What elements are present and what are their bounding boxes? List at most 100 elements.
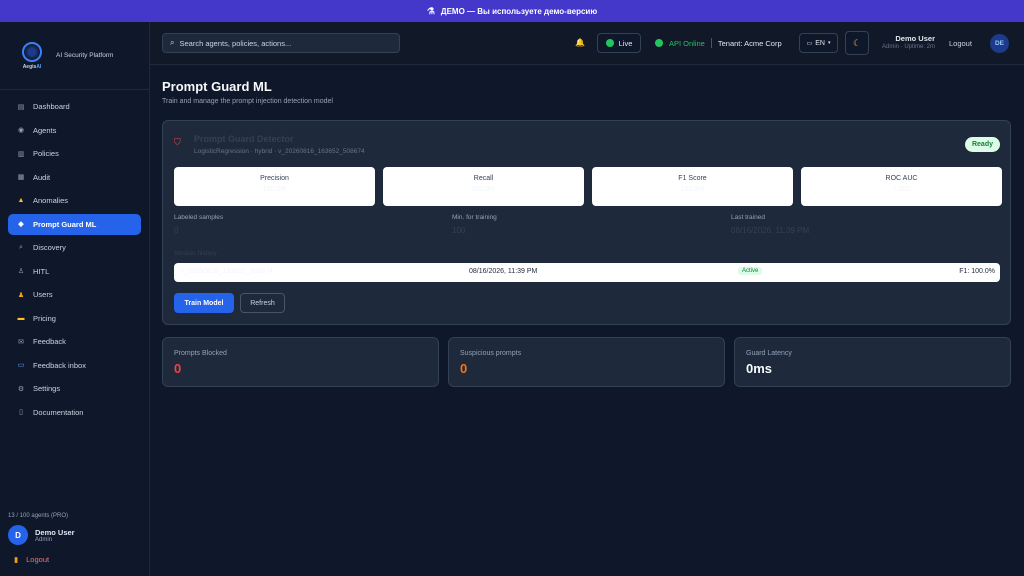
inbox-icon: ▭ (17, 362, 25, 369)
main-content: Prompt Guard ML Train and manage the pro… (150, 65, 1024, 576)
avatar[interactable]: DE (990, 34, 1009, 53)
labeled-samples: Labeled samples 0 (174, 214, 223, 235)
shield-icon: ◆ (18, 221, 24, 228)
live-dot (605, 39, 614, 47)
sidebar-item-label: Documentation (33, 407, 84, 417)
live-toggle[interactable]: Live (597, 33, 641, 53)
sidebar-item-audit[interactable]: ▦ Audit (8, 167, 141, 188)
metric-f1-score: F1 Score 100.0% (592, 167, 793, 206)
theme-toggle-button[interactable]: ☾ (845, 31, 869, 55)
status-badge: Active (738, 267, 763, 275)
bell-icon[interactable]: 🔔 (575, 38, 585, 47)
search-box[interactable]: ⌕ (162, 33, 400, 53)
sidebar-logout-button[interactable]: ▮ Logout (8, 555, 142, 564)
sidebar-item-agents[interactable]: ◉ Agents (8, 120, 141, 141)
stat-value: 0 (460, 361, 468, 376)
sidebar-item-pricing[interactable]: ▬ Pricing (8, 308, 141, 329)
divider (710, 38, 712, 48)
api-status-dot (655, 39, 663, 47)
sidebar-item-feedback-inbox[interactable]: ▭ Feedback inbox (8, 355, 141, 376)
search-input[interactable] (179, 38, 390, 48)
detector-subtitle: LogisticRegression · hybrid · v_20260816… (194, 148, 365, 155)
version-date: 08/16/2026, 11:39 PM (469, 268, 538, 275)
detector-card: ⛉ Prompt Guard Detector LogisticRegressi… (162, 120, 1011, 325)
sidebar-item-policies[interactable]: ▥ Policies (8, 143, 141, 164)
sidebar-item-users[interactable]: ♟ Users (8, 284, 141, 305)
logo[interactable]: AegisAI (22, 41, 42, 70)
sidebar-item-documentation[interactable]: ▯ Documentation (8, 402, 141, 423)
logo-mark (22, 41, 42, 62)
api-status: API Online Tenant: Acme Corp (655, 38, 782, 48)
metric-label: Recall (473, 175, 494, 182)
topbar-user-meta: Admin · Uptime: 2m (881, 44, 935, 50)
stat-value: 0ms (746, 361, 773, 376)
avatar: D (8, 525, 28, 545)
stat-guard-latency: Guard Latency 0ms (734, 337, 1011, 387)
logo-name: Aegis (22, 63, 37, 70)
moon-icon: ☾ (852, 37, 862, 48)
version-row[interactable]: v_20260816_163652_508674 08/16/2026, 11:… (174, 263, 1000, 282)
sidebar-item-discovery[interactable]: ⌕ Discovery (8, 237, 141, 258)
book-icon: ▯ (19, 409, 23, 416)
language-label: EN (815, 39, 825, 47)
metric-value: 1.000 (892, 186, 911, 193)
stat-value: 0 (174, 361, 182, 376)
sidebar-item-label: Audit (33, 172, 51, 182)
sidebar-item-label: Prompt Guard ML (33, 219, 97, 229)
sidebar-item-anomalies[interactable]: ▲ Anomalies (8, 190, 141, 211)
flag-icon: ▭ (806, 40, 813, 47)
info-value: 100 (452, 226, 466, 235)
sidebar-item-dashboard[interactable]: ▤ Dashboard (8, 96, 141, 117)
stat-label: Prompts Blocked (174, 350, 227, 357)
sidebar-item-prompt-guard-ml[interactable]: ◆ Prompt Guard ML (8, 213, 141, 235)
version-f1: F1: 100.0% (959, 268, 995, 275)
brand-subtitle: AI Security Platform (56, 52, 114, 59)
shield-icon: ⛉ (174, 137, 181, 147)
sidebar-item-label: Settings (33, 384, 61, 393)
metric-value: 100.0% (262, 186, 287, 193)
detector-title: Prompt Guard Detector (194, 134, 294, 144)
sidebar-user-role: Admin (35, 536, 53, 543)
stat-label: Guard Latency (746, 350, 792, 357)
sidebar-item-label: Feedback inbox (33, 360, 86, 370)
topbar-user[interactable]: Demo User Admin · Uptime: 2m (870, 34, 935, 50)
info-label: Last trained (731, 214, 765, 221)
sidebar-item-hitl[interactable]: ♙ HITL (8, 261, 141, 282)
metric-value: 100.0% (471, 186, 496, 193)
train-model-button[interactable]: Train Model (174, 293, 234, 313)
sidebar-item-label: Dashboard (33, 102, 70, 111)
demo-banner-text: ДЕМО — Вы используете демо-версию (440, 6, 598, 16)
sidebar-footer: 13 / 100 agents (PRO) D Demo User Admin … (0, 513, 150, 576)
info-label: Min. for training (452, 214, 497, 221)
sidebar-item-label: Discovery (33, 243, 66, 252)
users-icon: ♟ (17, 291, 25, 299)
sidebar-item-label: Anomalies (33, 196, 69, 205)
sidebar-user[interactable]: D Demo User Admin (8, 525, 142, 545)
sidebar-user-name: Demo User (35, 527, 75, 537)
magnifier-icon: ⌕ (19, 243, 23, 251)
stat-label: Suspicious prompts (460, 350, 522, 357)
page-subtitle: Train and manage the prompt injection de… (162, 98, 333, 105)
chart-icon: ▤ (17, 103, 25, 111)
refresh-button[interactable]: Refresh (240, 293, 285, 313)
last-trained: Last trained 08/16/2026, 11:39 PM (731, 214, 809, 235)
sidebar-item-label: HITL (33, 266, 50, 276)
sidebar-item-label: Pricing (33, 313, 56, 323)
api-status-label: API Online (669, 38, 705, 48)
topbar-user-name: Demo User (895, 34, 935, 43)
language-select[interactable]: ▭ EN ▾ (799, 33, 838, 53)
sidebar-item-settings[interactable]: ⚙ Settings (8, 378, 141, 399)
metric-recall: Recall 100.0% (383, 167, 584, 206)
sidebar-item-feedback[interactable]: ✉ Feedback (8, 331, 141, 352)
version-name: v_20260816_163652_508674 (180, 268, 274, 275)
sidebar-item-label: Agents (33, 125, 57, 135)
topbar-logout-button[interactable]: Logout (949, 39, 972, 48)
card-icon: ▬ (17, 314, 25, 322)
clipboard-icon: ▥ (17, 150, 25, 158)
brand: AegisAI AI Security Platform (0, 22, 149, 90)
metric-label: F1 Score (678, 175, 707, 182)
person-icon: ♙ (17, 268, 25, 275)
search-icon: ⌕ (170, 38, 175, 47)
metric-value: 100.0% (680, 186, 705, 193)
sidebar: AegisAI AI Security Platform ▤ Dashboard … (0, 22, 150, 576)
